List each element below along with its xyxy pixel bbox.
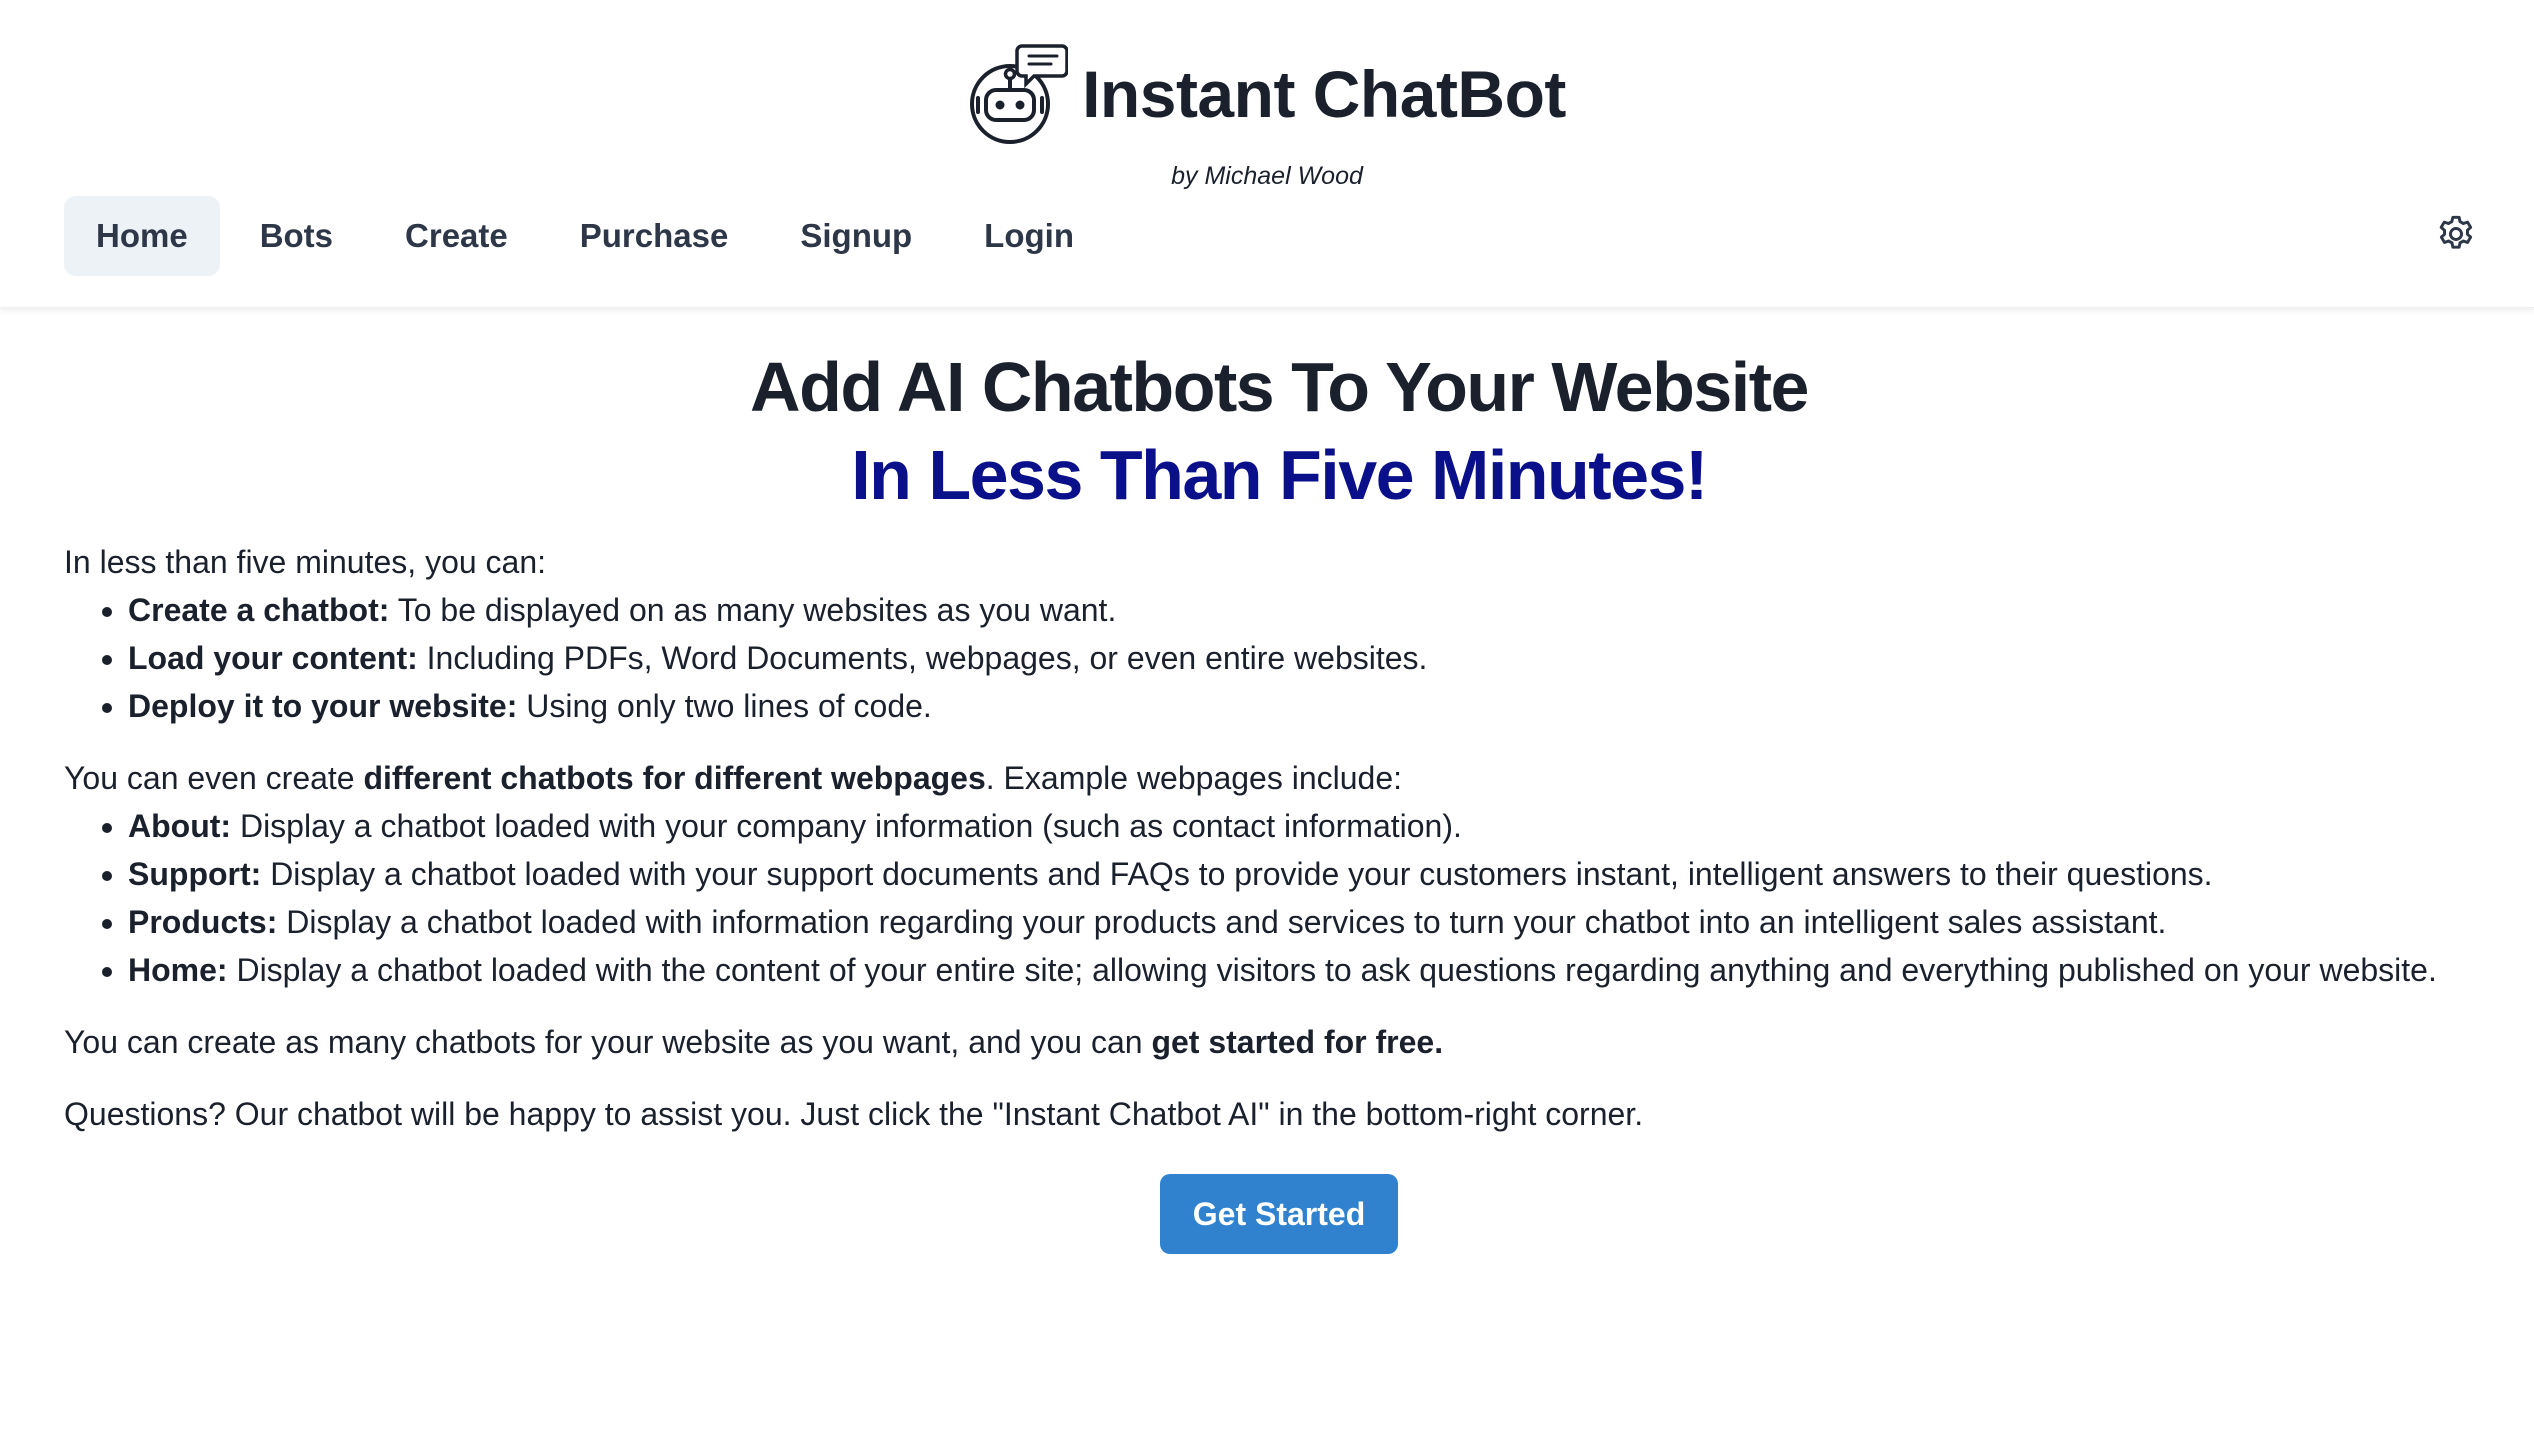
- list-item: Support: Display a chatbot loaded with y…: [128, 850, 2494, 898]
- nav-item-signup[interactable]: Signup: [768, 196, 944, 276]
- main-nav: Home Bots Create Purchase Signup Login: [64, 196, 1114, 276]
- list-item-text: Including PDFs, Word Documents, webpages…: [417, 640, 1428, 676]
- list-item: Home: Display a chatbot loaded with the …: [128, 946, 2494, 994]
- free-paragraph: You can create as many chatbots for your…: [64, 1018, 2494, 1066]
- list-item-text: Display a chatbot loaded with informatio…: [277, 904, 2167, 940]
- examples-lead-pre: You can even create: [64, 760, 364, 796]
- list-item-title: Support:: [128, 856, 262, 892]
- list-item: Deploy it to your website: Using only tw…: [128, 682, 2494, 730]
- list-item-text: To be displayed on as many websites as y…: [389, 592, 1117, 628]
- list-item-text: Using only two lines of code.: [517, 688, 932, 724]
- examples-lead-post: . Example webpages include:: [985, 760, 1403, 796]
- list-item-text: Display a chatbot loaded with your suppo…: [261, 856, 2213, 892]
- nav-item-home[interactable]: Home: [64, 196, 220, 276]
- byline: by Michael Wood: [1171, 162, 1363, 190]
- list-item-text: Display a chatbot loaded with your compa…: [231, 808, 1462, 844]
- free-text: You can create as many chatbots for your…: [64, 1024, 1152, 1060]
- nav-item-login[interactable]: Login: [952, 196, 1106, 276]
- site-title[interactable]: Instant ChatBot: [1082, 56, 1566, 132]
- gear-icon[interactable]: [2434, 212, 2478, 256]
- intro-section: In less than five minutes, you can: Crea…: [64, 538, 2494, 1138]
- site-header: Instant ChatBot by Michael Wood Home Bot…: [0, 0, 2534, 308]
- list-item-title: Create a chatbot:: [128, 592, 390, 628]
- list-item-text: Display a chatbot loaded with the conten…: [227, 952, 2437, 988]
- questions-paragraph: Questions? Our chatbot will be happy to …: [64, 1096, 1644, 1132]
- brand[interactable]: Instant ChatBot: [0, 42, 2534, 146]
- examples-list: About: Display a chatbot loaded with you…: [64, 802, 2494, 994]
- main-content: Add AI Chatbots To Your Website In Less …: [64, 308, 2494, 1254]
- get-started-button[interactable]: Get Started: [1160, 1174, 1398, 1254]
- robot-chat-icon: [970, 44, 1069, 144]
- hero: Add AI Chatbots To Your Website In Less …: [64, 344, 2494, 518]
- examples-lead: You can even create different chatbots f…: [64, 754, 2494, 802]
- nav-item-bots[interactable]: Bots: [228, 196, 365, 276]
- nav-item-create[interactable]: Create: [373, 196, 540, 276]
- hero-headline: Add AI Chatbots To Your Website: [750, 348, 1809, 426]
- examples-lead-bold: different chatbots for different webpage…: [363, 760, 986, 796]
- free-bold: get started for free.: [1151, 1024, 1444, 1060]
- nav-item-purchase[interactable]: Purchase: [548, 196, 761, 276]
- hero-subheadline: In Less Than Five Minutes!: [851, 436, 1708, 514]
- list-item: Load your content: Including PDFs, Word …: [128, 634, 2494, 682]
- list-item-title: Home:: [128, 952, 228, 988]
- cta-wrapper: Get Started: [64, 1174, 2494, 1254]
- list-item: Products: Display a chatbot loaded with …: [128, 898, 2494, 946]
- list-item-title: Products:: [128, 904, 278, 940]
- intro-list: Create a chatbot: To be displayed on as …: [64, 586, 2494, 730]
- list-item-title: Load your content:: [128, 640, 418, 676]
- list-item: About: Display a chatbot loaded with you…: [128, 802, 2494, 850]
- list-item: Create a chatbot: To be displayed on as …: [128, 586, 2494, 634]
- list-item-title: Deploy it to your website:: [128, 688, 518, 724]
- list-item-title: About:: [128, 808, 232, 844]
- intro-lead: In less than five minutes, you can:: [64, 544, 547, 580]
